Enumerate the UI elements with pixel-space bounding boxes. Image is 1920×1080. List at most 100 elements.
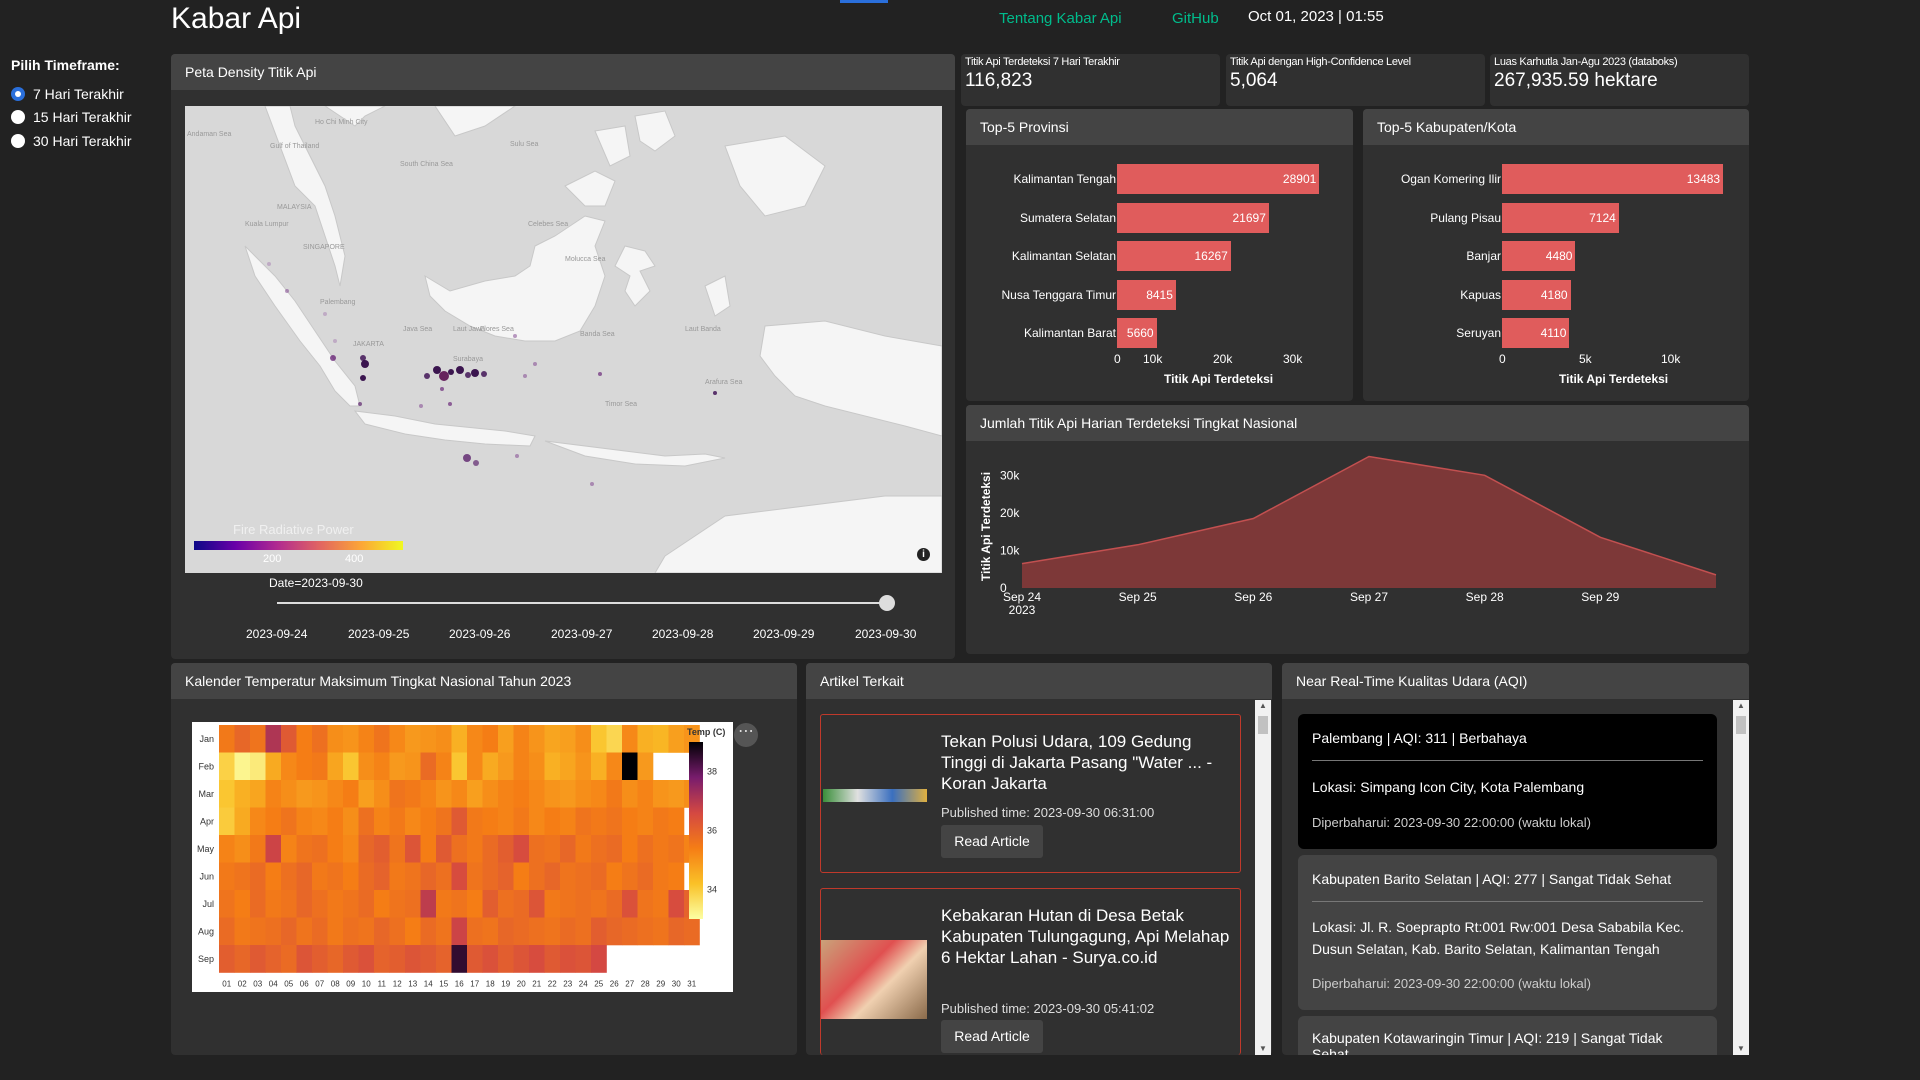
heatmap-cell[interactable] xyxy=(234,945,251,973)
bar[interactable]: 7124 xyxy=(1502,202,1619,233)
heatmap-cell[interactable] xyxy=(637,835,654,863)
scroll-thumb[interactable] xyxy=(1736,716,1746,734)
heatmap-cell[interactable] xyxy=(560,890,576,918)
heatmap-cell[interactable] xyxy=(358,780,375,808)
heatmap-cell[interactable] xyxy=(529,725,545,753)
scroll-up-icon[interactable]: ▲ xyxy=(1733,700,1749,712)
heatmap-cell[interactable] xyxy=(250,807,266,836)
heatmap-cell[interactable] xyxy=(560,945,576,973)
heatmap-cell[interactable] xyxy=(482,917,499,946)
heatmap-cell[interactable] xyxy=(358,917,375,946)
heatmap-cell[interactable] xyxy=(622,807,638,836)
heatmap-cell[interactable] xyxy=(513,725,530,753)
articles-scrollbar[interactable]: ▲ ▼ xyxy=(1255,700,1271,1055)
aqi-item[interactable]: Kabupaten Barito Selatan | AQI: 277 | Sa… xyxy=(1298,855,1717,1010)
heatmap-cell[interactable] xyxy=(281,890,297,918)
heatmap-cell[interactable] xyxy=(343,725,359,753)
date-slider-handle[interactable] xyxy=(879,595,895,611)
heatmap-cell[interactable] xyxy=(467,807,483,836)
heatmap-cell[interactable] xyxy=(327,780,344,808)
heatmap-cell[interactable] xyxy=(684,917,700,946)
radio-unchecked-icon[interactable] xyxy=(11,134,25,148)
heatmap-cell[interactable] xyxy=(281,725,297,753)
heatmap-cell[interactable] xyxy=(250,890,266,918)
heatmap-cell[interactable] xyxy=(312,780,328,808)
heatmap-cell[interactable] xyxy=(482,725,499,753)
heatmap-cell[interactable] xyxy=(436,917,452,946)
heatmap-cell[interactable] xyxy=(312,945,328,973)
heatmap-cell[interactable] xyxy=(544,835,561,863)
bar[interactable]: 4110 xyxy=(1502,318,1570,348)
nav-link-github[interactable]: GitHub xyxy=(1172,10,1219,27)
heatmap-cell[interactable] xyxy=(312,807,328,836)
heatmap-cell[interactable] xyxy=(668,725,685,753)
heatmap-cell[interactable] xyxy=(451,752,468,781)
heatmap-cell[interactable] xyxy=(312,835,328,863)
heatmap-cell[interactable] xyxy=(405,917,421,946)
heatmap-cell[interactable] xyxy=(219,752,235,781)
heatmap-cell[interactable] xyxy=(389,890,406,918)
bar[interactable]: 4180 xyxy=(1502,279,1571,310)
heatmap-cell[interactable] xyxy=(560,725,576,753)
heatmap-cell[interactable] xyxy=(529,807,545,836)
heatmap-cell[interactable] xyxy=(637,752,654,781)
heatmap-cell[interactable] xyxy=(622,752,638,781)
info-icon[interactable]: i xyxy=(917,548,930,561)
fire-density-map[interactable]: Andaman Sea Gulf of Thailand Ho Chi Minh… xyxy=(185,106,942,573)
heatmap-cell[interactable] xyxy=(250,780,266,808)
heatmap-cell[interactable] xyxy=(234,835,251,863)
heatmap-cell[interactable] xyxy=(622,862,638,891)
heatmap-cell[interactable] xyxy=(265,835,282,863)
nav-link-about[interactable]: Tentang Kabar Api xyxy=(999,10,1122,27)
heatmap-cell[interactable] xyxy=(622,780,638,808)
aqi-item[interactable]: Palembang | AQI: 311 | Berbahaya Lokasi:… xyxy=(1298,714,1717,849)
heatmap-cell[interactable] xyxy=(358,752,375,781)
read-article-button[interactable]: Read Article xyxy=(941,1020,1043,1053)
heatmap-cell[interactable] xyxy=(389,917,406,946)
heatmap-cell[interactable] xyxy=(405,945,421,973)
heatmap-cell[interactable] xyxy=(436,862,452,891)
heatmap-cell[interactable] xyxy=(358,725,375,753)
heatmap-cell[interactable] xyxy=(250,945,266,973)
heatmap-cell[interactable] xyxy=(606,862,623,891)
heatmap-cell[interactable] xyxy=(327,835,344,863)
heatmap-cell[interactable] xyxy=(560,807,576,836)
heatmap-cell[interactable] xyxy=(591,890,607,918)
heatmap-cell[interactable] xyxy=(467,752,483,781)
heatmap-cell[interactable] xyxy=(668,835,685,863)
scroll-thumb[interactable] xyxy=(1258,716,1268,734)
heatmap-cell[interactable] xyxy=(591,835,607,863)
heatmap-cell[interactable] xyxy=(436,780,452,808)
heatmap-cell[interactable] xyxy=(544,917,561,946)
heatmap-cell[interactable] xyxy=(668,890,685,918)
heatmap-cell[interactable] xyxy=(482,835,499,863)
bar[interactable]: 21697 xyxy=(1117,202,1269,233)
heatmap-cell[interactable] xyxy=(374,807,390,836)
heatmap-cell[interactable] xyxy=(374,945,390,973)
heatmap-cell[interactable] xyxy=(234,890,251,918)
heatmap-cell[interactable] xyxy=(451,917,468,946)
heatmap-cell[interactable] xyxy=(405,780,421,808)
heatmap-cell[interactable] xyxy=(327,862,344,891)
heatmap-cell[interactable] xyxy=(513,835,530,863)
heatmap-cell[interactable] xyxy=(281,862,297,891)
heatmap-cell[interactable] xyxy=(498,780,514,808)
timeframe-option-15[interactable]: 15 Hari Terakhir xyxy=(11,109,132,125)
heatmap-cell[interactable] xyxy=(591,862,607,891)
read-article-button[interactable]: Read Article xyxy=(941,825,1043,858)
heatmap-cell[interactable] xyxy=(234,862,251,891)
heatmap-cell[interactable] xyxy=(513,807,530,836)
heatmap-cell[interactable] xyxy=(498,945,514,973)
heatmap-cell[interactable] xyxy=(653,780,669,808)
heatmap-cell[interactable] xyxy=(498,725,514,753)
heatmap-cell[interactable] xyxy=(296,945,313,973)
heatmap-cell[interactable] xyxy=(653,725,669,753)
heatmap-cell[interactable] xyxy=(374,725,390,753)
heatmap-cell[interactable] xyxy=(265,725,282,753)
heatmap-cell[interactable] xyxy=(358,945,375,973)
heatmap-cell[interactable] xyxy=(498,890,514,918)
heatmap-cell[interactable] xyxy=(327,725,344,753)
heatmap-cell[interactable] xyxy=(575,807,592,836)
heatmap-cell[interactable] xyxy=(575,835,592,863)
heatmap-cell[interactable] xyxy=(296,890,313,918)
